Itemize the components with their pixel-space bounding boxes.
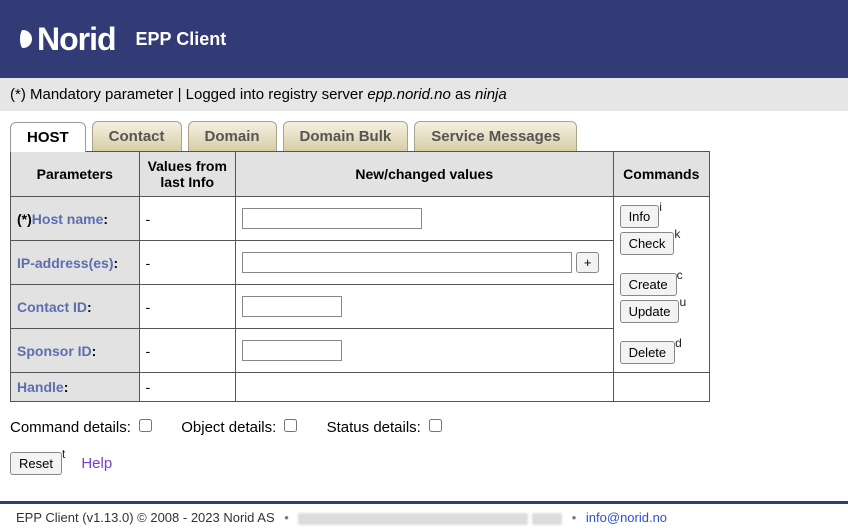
create-button[interactable]: Create (620, 273, 677, 296)
options-row: Command details: Object details: Status … (10, 402, 838, 446)
tab-domain[interactable]: Domain (188, 121, 277, 151)
input-hostname[interactable] (242, 208, 422, 229)
footer-text: EPP Client (v1.13.0) © 2008 - 2023 Norid… (16, 510, 275, 525)
server-name: epp.norid.no (367, 86, 450, 103)
delete-hotkey: d (675, 336, 682, 350)
input-ip[interactable] (242, 252, 572, 273)
logo-bullet-icon (14, 30, 32, 48)
lastinfo-handle: - (139, 373, 235, 402)
input-sponsorid[interactable] (242, 340, 342, 361)
object-details-label: Object details: (181, 419, 304, 436)
label-hostname: (*)Host name: (11, 197, 140, 241)
row-hostname: (*)Host name: - Infoi Checkk Createc Upd… (11, 197, 710, 241)
footer-redacted (298, 513, 528, 525)
inputcell-contactid (235, 285, 613, 329)
user-name: ninja (475, 86, 507, 103)
link-contactid[interactable]: Contact ID (17, 299, 87, 315)
footer-redacted-2 (532, 513, 562, 525)
add-ip-button[interactable]: + (576, 252, 600, 273)
row-sponsorid: Sponsor ID: - (11, 329, 710, 373)
col-parameters: Parameters (11, 152, 140, 197)
inputcell-sponsorid (235, 329, 613, 373)
content-area: Parameters Values from last Info New/cha… (0, 151, 848, 501)
inputcell-hostname (235, 197, 613, 241)
link-hostname[interactable]: Host name (32, 211, 104, 227)
create-hotkey: c (677, 268, 683, 282)
tab-contact[interactable]: Contact (92, 121, 182, 151)
footer-sep1: • (278, 510, 295, 525)
info-button[interactable]: Info (620, 205, 660, 228)
inputcell-ip: + (235, 241, 613, 285)
logged-prefix: Logged into registry server (186, 86, 368, 103)
footer-sep2: • (566, 510, 583, 525)
header-row: Parameters Values from last Info New/cha… (11, 152, 710, 197)
reset-button[interactable]: Reset (10, 452, 62, 475)
info-hotkey: i (659, 200, 662, 214)
status-strip: (*) Mandatory parameter | Logged into re… (0, 78, 848, 111)
brand-text: Norid (37, 21, 116, 58)
empty-cmd-cell (613, 373, 709, 402)
link-ip[interactable]: IP-address(es) (17, 255, 113, 271)
tab-host[interactable]: HOST (10, 122, 86, 152)
check-hotkey: k (674, 227, 680, 241)
delete-button[interactable]: Delete (620, 341, 676, 364)
logo: Norid (16, 21, 116, 58)
update-button[interactable]: Update (620, 300, 680, 323)
reset-hotkey: t (62, 447, 65, 461)
lastinfo-contactid: - (139, 285, 235, 329)
col-new-values: New/changed values (235, 152, 613, 197)
commands-cell: Infoi Checkk Createc Updateu Deleted (613, 197, 709, 373)
label-handle: Handle: (11, 373, 140, 402)
command-details-checkbox[interactable] (139, 419, 152, 432)
row-handle: Handle: - (11, 373, 710, 402)
status-details-checkbox[interactable] (429, 419, 442, 432)
col-commands: Commands (613, 152, 709, 197)
lastinfo-hostname: - (139, 197, 235, 241)
check-button[interactable]: Check (620, 232, 675, 255)
footer: EPP Client (v1.13.0) © 2008 - 2023 Norid… (0, 504, 848, 531)
object-details-checkbox[interactable] (284, 419, 297, 432)
lastinfo-ip: - (139, 241, 235, 285)
label-sponsorid: Sponsor ID: (11, 329, 140, 373)
label-contactid: Contact ID: (11, 285, 140, 329)
help-link[interactable]: Help (81, 455, 112, 472)
host-form-table: Parameters Values from last Info New/cha… (10, 151, 710, 402)
command-details-label: Command details: (10, 419, 159, 436)
col-last-info: Values from last Info (139, 152, 235, 197)
inputcell-handle (235, 373, 613, 402)
link-sponsorid[interactable]: Sponsor ID (17, 343, 92, 359)
status-details-label: Status details: (327, 419, 445, 436)
status-separator: | (178, 86, 186, 103)
row-contactid: Contact ID: - (11, 285, 710, 329)
reset-row: Resett Help (10, 450, 838, 477)
header-bar: Norid EPP Client (0, 0, 848, 78)
lastinfo-sponsorid: - (139, 329, 235, 373)
tab-bar: HOST Contact Domain Domain Bulk Service … (0, 111, 848, 151)
link-handle[interactable]: Handle (17, 379, 64, 395)
tab-service-messages[interactable]: Service Messages (414, 121, 577, 151)
footer-email-link[interactable]: info@norid.no (586, 510, 667, 525)
input-contactid[interactable] (242, 296, 342, 317)
row-ip: IP-address(es): - + (11, 241, 710, 285)
label-ip: IP-address(es): (11, 241, 140, 285)
app-title: EPP Client (136, 29, 227, 50)
as-text: as (451, 86, 475, 103)
mandatory-note: (*) Mandatory parameter (10, 86, 173, 103)
tab-domain-bulk[interactable]: Domain Bulk (283, 121, 409, 151)
update-hotkey: u (679, 295, 686, 309)
